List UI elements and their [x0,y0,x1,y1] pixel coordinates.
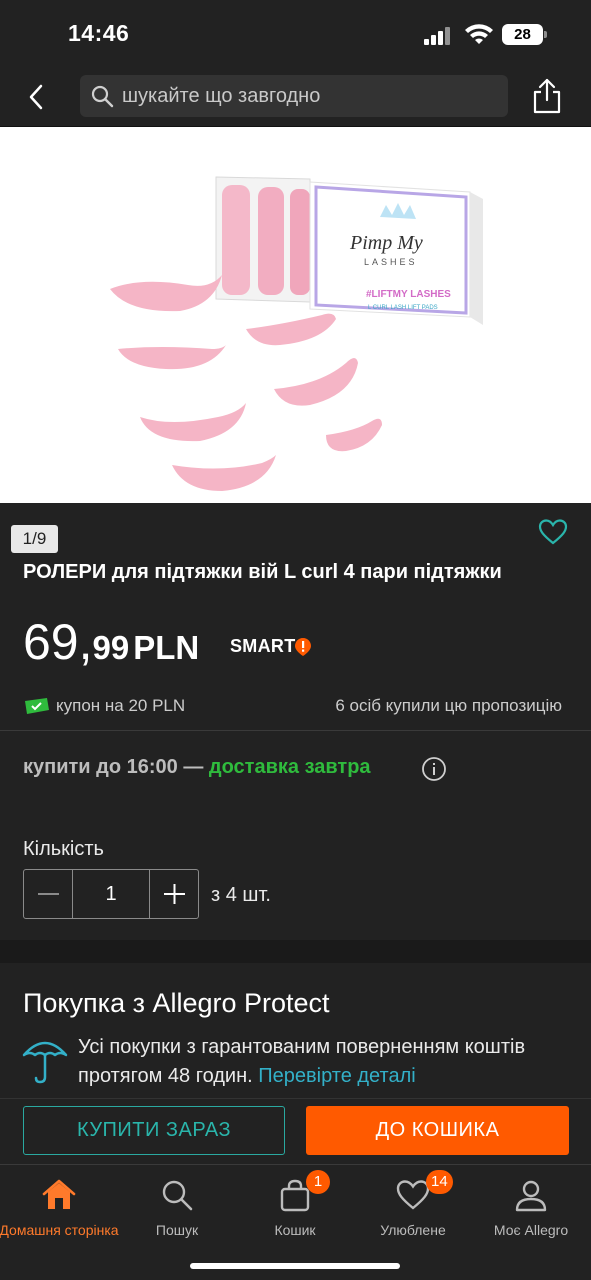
divider [0,730,591,731]
image-counter: 1/9 [11,525,58,553]
smart-exclamation-icon [295,638,311,656]
favorites-badge: 14 [426,1170,453,1194]
protect-title: Покупка з Allegro Protect [23,988,330,1018]
status-bar: 14:46 28 [0,0,591,66]
product-title: РОЛЕРИ для підтяжки вій L curl 4 пари пі… [23,561,502,583]
delivery-info: купити до 16:00 — доставка завтра [23,756,371,779]
buy-now-button[interactable]: КУПИТИ ЗАРАЗ [23,1106,285,1155]
box-brand-line1: Pimp My [349,232,423,254]
info-icon[interactable] [421,756,447,782]
quantity-available: з 4 шт. [211,884,271,906]
smart-badge: SMART [230,636,296,656]
bottom-tab-bar: Домашня сторінка Пошук 1 Кошик 14 Улюбле… [0,1164,591,1280]
product-image[interactable]: Pimp My LASHES #LIFTMY LASHES L CURL LAS… [0,127,591,503]
status-time: 14:46 [68,20,130,46]
coupon-text[interactable]: купон на 20 PLN [56,696,185,716]
delivery-deadline: купити до 16:00 — [23,756,209,778]
quantity-decrease-button[interactable] [24,870,73,918]
battery-tip [544,31,547,38]
search-placeholder: шукайте що завгодно [122,85,321,107]
top-navigation: шукайте що завгодно [0,66,591,127]
bought-count: 6 осіб купили цю пропозицію [335,696,562,715]
minus-icon [38,893,59,895]
favorite-heart-icon[interactable] [538,518,568,546]
user-icon [515,1180,547,1212]
home-indicator[interactable] [190,1263,400,1269]
tab-favorites[interactable]: 14 Улюблене [354,1170,472,1243]
box-sub: L CURL LASH LIFT PADS [368,305,438,311]
quantity-stepper: 1 [23,869,199,919]
protect-details-link[interactable]: Перевірте деталі [258,1065,415,1087]
quantity-increase-button[interactable] [149,870,198,918]
search-input[interactable]: шукайте що завгодно [80,75,508,117]
tab-home[interactable]: Домашня сторінка [0,1173,119,1243]
search-icon [91,85,114,108]
plus-icon [164,884,185,904]
share-icon[interactable] [530,76,564,116]
cellular-signal-icon [424,27,454,45]
box-brand-line2: LASHES [364,257,418,267]
cta-bar: КУПИТИ ЗАРАЗ ДО КОШИКА [0,1098,591,1164]
allegro-protect-section: Покупка з Allegro Protect Усі покупки з … [0,963,591,1098]
tab-search[interactable]: Пошук [118,1173,236,1243]
price-fraction: 99 [92,629,130,666]
umbrella-icon [22,1041,68,1084]
quantity-label: Кількість [23,838,104,860]
product-photo: Pimp My LASHES #LIFTMY LASHES L CURL LAS… [110,176,483,491]
heart-icon [396,1180,430,1210]
coupon-icon [25,698,49,714]
product-info: 1/9 РОЛЕРИ для підтяжки вій L curl 4 пар… [0,503,591,940]
protect-description: Усі покупки з гарантованим поверненням к… [78,1033,558,1091]
tab-label: Моє Allegro [493,1222,569,1238]
tab-cart[interactable]: 1 Кошик [236,1170,354,1243]
wifi-icon [465,24,493,44]
product-price: 69,99 PLN [23,613,199,671]
back-arrow-icon[interactable] [20,80,54,114]
box-tag: #LIFTMY LASHES [366,289,451,300]
price-integer: 69, [23,614,93,670]
delivery-highlight: доставка завтра [208,756,371,778]
price-currency: PLN [133,629,200,666]
cart-badge: 1 [306,1170,330,1194]
search-icon [162,1180,193,1211]
section-gap [0,940,591,963]
add-to-cart-button[interactable]: ДО КОШИКА [306,1106,569,1155]
battery-indicator: 28 [502,24,543,45]
home-icon [42,1179,76,1209]
quantity-input[interactable]: 1 [73,870,149,918]
tab-my-allegro[interactable]: Моє Allegro [472,1173,590,1243]
